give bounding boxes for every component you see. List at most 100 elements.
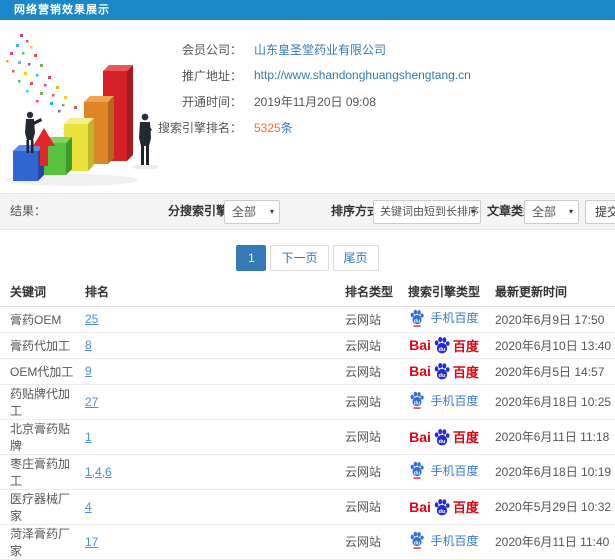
svg-text:du: du — [438, 509, 446, 515]
mobile-baidu-logo: du 手机百度 — [409, 531, 479, 549]
header-rank-type: 排名类型 — [335, 278, 400, 307]
engine-type-cell: Bai du 百度 — [400, 358, 488, 385]
engine-label: 手机百度 — [430, 393, 479, 408]
engine-filter-select[interactable]: 全部 ▾ — [224, 200, 280, 224]
submit-button[interactable]: 提交 — [585, 200, 615, 224]
sort-filter-label: 排序方式 — [331, 204, 380, 218]
svg-text:du: du — [414, 470, 420, 476]
rank-cell: 1,4,6 — [75, 454, 335, 490]
baidu-logo: Bai du 百度 — [409, 427, 479, 446]
rank-cell: 17 — [75, 524, 335, 560]
rank-link[interactable]: 1 — [85, 430, 92, 444]
table-row: 医疗器械厂家 4 云网站 Bai du 百度 2020年5月29日 10:32 — [0, 489, 615, 525]
table-row: 膏药OEM 25 云网站 du 手机百度 2020年6月9日 17:50 — [0, 306, 615, 333]
svg-text:du: du — [438, 373, 446, 379]
mobile-baidu-logo: du 手机百度 — [409, 391, 479, 409]
page-button-next[interactable]: 下一页 — [270, 245, 329, 271]
sort-filter-value: 关键词由短到长排序 — [380, 206, 479, 218]
baidu-paw-icon: du — [411, 531, 425, 549]
rank-count-number: 5325 — [254, 120, 281, 135]
rank-link[interactable]: 8 — [85, 338, 92, 352]
chevron-down-icon: ▾ — [568, 207, 573, 216]
engine-filter-value: 全部 — [232, 205, 257, 219]
rank-type-cell: 云网站 — [335, 524, 400, 560]
updated-cell: 2020年6月11日 11:40 — [488, 524, 615, 560]
engine-type-cell: du 手机百度 — [400, 524, 488, 560]
table-row: 北京膏药贴牌 1 云网站 Bai du 百度 2020年6月11日 11:18 — [0, 419, 615, 455]
baidu-paw-icon: du — [411, 309, 425, 327]
rank-link[interactable]: 4 — [85, 500, 92, 514]
rank-count-value: 5325条 — [254, 119, 293, 136]
updated-cell: 2020年6月18日 10:19 — [488, 454, 615, 490]
svg-text:du: du — [414, 318, 420, 324]
company-link[interactable]: 山东皇圣堂药业有限公司 — [254, 41, 386, 58]
promo-url-label: 推广地址： — [181, 68, 242, 83]
rank-link[interactable]: 17 — [85, 535, 98, 549]
table-row: 膏药代加工 8 云网站 Bai du 百度 2020年6月10日 13:40 — [0, 332, 615, 359]
updated-cell: 2020年5月29日 10:32 — [488, 489, 615, 525]
rank-link[interactable]: 25 — [85, 312, 98, 326]
rank-link[interactable]: 27 — [85, 395, 98, 409]
rank-cell: 25 — [75, 306, 335, 333]
chevron-down-icon: ▾ — [269, 207, 274, 216]
result-label: 结果： — [10, 204, 47, 218]
open-time-label: 开通时间： — [181, 94, 242, 109]
rank-link[interactable]: 9 — [85, 364, 92, 378]
baidu-paw-icon: du — [434, 336, 450, 354]
keyword-cell: 菏泽膏药厂家 — [0, 524, 75, 560]
baidu-paw-icon: du — [434, 428, 450, 445]
engine-label: 手机百度 — [430, 311, 479, 325]
keyword-cell: 膏药代加工 — [0, 332, 75, 359]
rank-count-unit: 条 — [280, 120, 293, 135]
baidu-logo-cn: 百度 — [452, 338, 479, 354]
article-type-select[interactable]: 全部 ▾ — [524, 200, 579, 224]
header-section: 会员公司： 山东皇圣堂药业有限公司 推广地址： http://www.shand… — [0, 20, 615, 193]
rank-cell: 1 — [75, 419, 335, 455]
table-row: 枣庄膏药加工 1,4,6 云网站 du 手机百度 2020年6月18日 10:1… — [0, 454, 615, 490]
baidu-logo: Bai du 百度 — [409, 497, 479, 516]
rank-link[interactable]: 1,4,6 — [85, 465, 112, 479]
header-keyword: 关键词 — [0, 278, 75, 307]
baidu-logo-cn: 百度 — [452, 430, 479, 445]
keyword-cell: OEM代加工 — [0, 358, 75, 385]
company-label: 会员公司： — [181, 42, 242, 57]
baidu-logo-cn: 百度 — [452, 500, 479, 515]
baidu-logo-bai: Bai — [409, 498, 431, 515]
table-row: OEM代加工 9 云网站 Bai du 百度 2020年6月5日 14:57 — [0, 358, 615, 385]
baidu-logo-bai: Bai — [409, 363, 431, 379]
header-rank: 排名 — [75, 278, 335, 307]
svg-text:du: du — [414, 540, 420, 546]
engine-type-cell: Bai du 百度 — [400, 489, 488, 525]
rank-count-label: 搜索引擎排名： — [157, 120, 242, 135]
keyword-cell: 医疗器械厂家 — [0, 489, 75, 525]
engine-type-cell: Bai du 百度 — [400, 332, 488, 359]
keyword-cell: 枣庄膏药加工 — [0, 454, 75, 490]
rank-type-cell: 云网站 — [335, 489, 400, 525]
baidu-paw-icon: du — [411, 391, 425, 409]
engine-label: 手机百度 — [430, 533, 479, 548]
updated-cell: 2020年6月18日 10:25 — [488, 384, 615, 420]
mobile-baidu-logo: du 手机百度 — [409, 309, 479, 327]
chevron-down-icon: ▾ — [470, 207, 475, 216]
engine-type-cell: Bai du 百度 — [400, 419, 488, 455]
sort-filter-select[interactable]: 关键词由短到长排序 ▾ — [373, 200, 481, 224]
window-titlebar: 网络营销效果展示 — [0, 0, 615, 20]
promo-url-link[interactable]: http://www.shandonghuangshengtang.cn — [254, 68, 471, 82]
table-row: 药贴牌代加工 27 云网站 du 手机百度 2020年6月18日 10:25 — [0, 384, 615, 420]
info-row-rank-count: 搜索引擎排名： 5325条 — [0, 114, 615, 140]
page-button-last[interactable]: 尾页 — [332, 245, 379, 271]
pagination: 1 下一页 尾页 — [0, 245, 615, 271]
baidu-paw-icon: du — [411, 461, 425, 479]
article-type-value: 全部 — [532, 205, 557, 219]
rank-cell: 9 — [75, 358, 335, 385]
page-button-current[interactable]: 1 — [236, 245, 267, 271]
engine-type-cell: du 手机百度 — [400, 384, 488, 420]
table-header-row: 关键词 排名 排名类型 搜索引擎类型 最新更新时间 — [0, 278, 615, 307]
table-row: 菏泽膏药厂家 17 云网站 du 手机百度 2020年6月11日 11:40 — [0, 524, 615, 560]
page-title: 网络营销效果展示 — [14, 4, 110, 16]
info-row-company: 会员公司： 山东皇圣堂药业有限公司 — [0, 36, 615, 62]
rank-cell: 8 — [75, 332, 335, 359]
updated-cell: 2020年6月11日 11:18 — [488, 419, 615, 455]
info-row-url: 推广地址： http://www.shandonghuangshengtang.… — [0, 62, 615, 88]
mobile-baidu-logo: du 手机百度 — [409, 461, 479, 479]
